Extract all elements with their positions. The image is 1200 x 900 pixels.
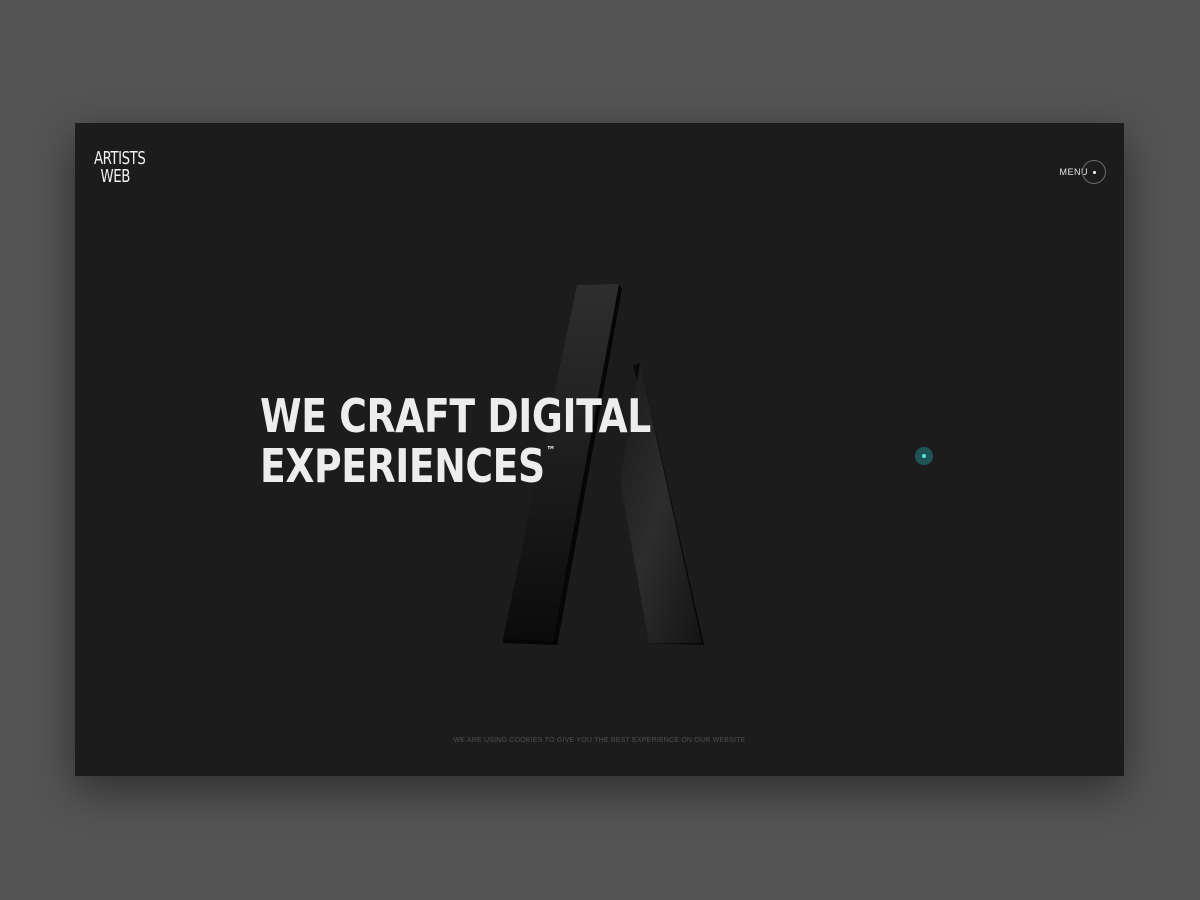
trademark-symbol: ™	[546, 444, 556, 457]
menu-circle-icon[interactable]	[1082, 160, 1106, 184]
cookie-notice[interactable]: WE ARE USING COOKIES TO GIVE YOU THE BES…	[75, 737, 1124, 744]
headline-line-2: EXPERIENCES	[260, 439, 545, 493]
artists-web-logo[interactable]: ARTISTS WEB	[94, 150, 160, 190]
logo-line-web: WEB	[100, 166, 131, 187]
cursor-core-icon	[922, 454, 926, 458]
menu-button[interactable]: MENU	[1060, 160, 1106, 184]
cursor-dot-icon	[915, 447, 933, 465]
hero-headline: WE CRAFT DIGITAL EXPERIENCES ™	[260, 391, 651, 491]
menu-dot-icon	[1092, 170, 1096, 174]
website-viewport: ARTISTS WEB MENU WE CRAFT DIGITAL EXPERI…	[75, 123, 1124, 776]
headline-line-1: WE CRAFT DIGITAL	[260, 389, 651, 443]
